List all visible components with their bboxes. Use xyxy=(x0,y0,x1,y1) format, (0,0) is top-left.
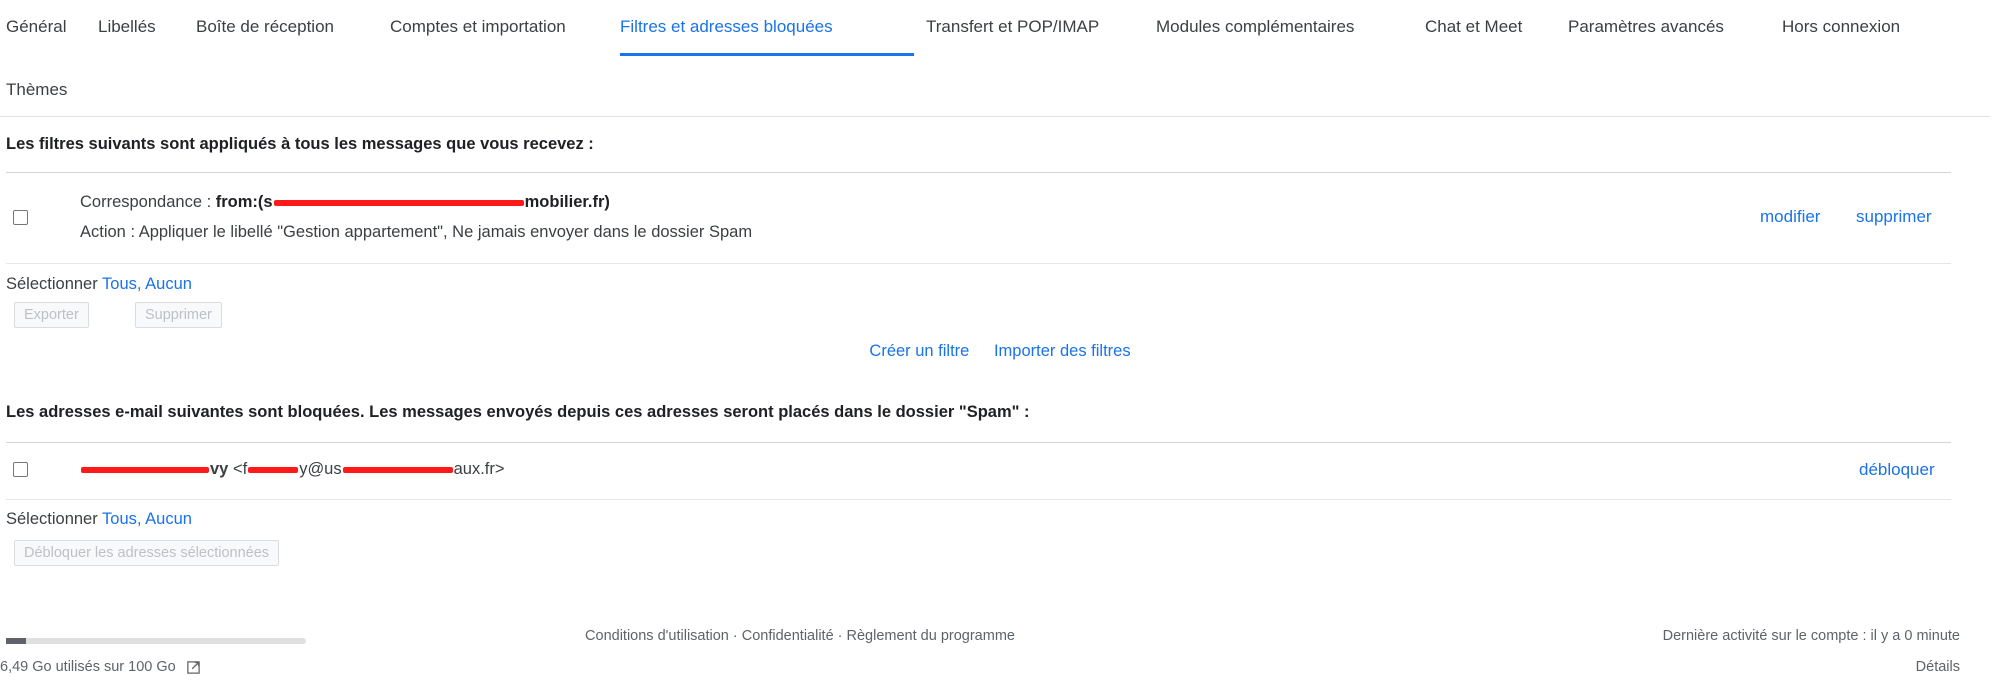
filter-action: Action : Appliquer le libellé "Gestion a… xyxy=(80,223,753,241)
create-filter-link[interactable]: Créer un filtre xyxy=(869,342,969,360)
unblock-selected-button[interactable]: Débloquer les adresses sélectionnées xyxy=(14,540,280,566)
redaction-mark xyxy=(273,199,524,206)
blocked-top-divider xyxy=(6,442,1951,443)
open-external-icon[interactable] xyxy=(186,660,201,675)
tab-filters-blocked[interactable]: Filtres et adresses bloquées xyxy=(620,17,833,37)
filters-select-row: Sélectionner Tous, Aucun xyxy=(6,275,192,293)
blocked-sender-name: vy xyxy=(80,460,228,478)
redaction-mark xyxy=(342,466,453,473)
footer-links[interactable]: Conditions d'utilisation · Confidentiali… xyxy=(0,628,1600,644)
tab-offline[interactable]: Hors connexion xyxy=(1782,17,1900,37)
last-activity: Dernière activité sur le compte : il y a… xyxy=(1662,628,1960,644)
tab-advanced[interactable]: Paramètres avancés xyxy=(1568,17,1724,37)
blocked-select-none[interactable]: Aucun xyxy=(145,510,192,528)
delete-filter-link[interactable]: supprimer xyxy=(1856,207,1932,227)
tab-general[interactable]: Général xyxy=(6,17,66,37)
edit-filter-link[interactable]: modifier xyxy=(1760,207,1820,227)
filters-section-title: Les filtres suivants sont appliqués à to… xyxy=(6,135,594,153)
blocked-bottom-divider xyxy=(6,499,1951,500)
filters-select-none[interactable]: Aucun xyxy=(145,275,192,293)
blocked-select-row: Sélectionner Tous, Aucun xyxy=(6,510,192,528)
filter-match-query: from:(s mobilier.fr) xyxy=(215,193,610,211)
redaction-mark xyxy=(81,466,209,473)
details-link[interactable]: Détails xyxy=(1916,659,1960,675)
delete-filters-button[interactable]: Supprimer xyxy=(135,302,222,328)
settings-tabs: Général Libellés Boîte de réception Comp… xyxy=(0,0,2000,56)
tab-themes[interactable]: Thèmes xyxy=(6,80,67,100)
filters-select-all[interactable]: Tous, xyxy=(102,275,141,293)
export-button[interactable]: Exporter xyxy=(14,302,89,328)
unblock-link[interactable]: débloquer xyxy=(1859,460,1935,480)
storage-usage: 6,49 Go utilisés sur 100 Go xyxy=(0,659,201,675)
filter-actions: Créer un filtre Importer des filtres xyxy=(0,342,2000,361)
tab-inbox[interactable]: Boîte de réception xyxy=(196,17,334,37)
tab-chat-meet[interactable]: Chat et Meet xyxy=(1425,17,1522,37)
blocked-section-title: Les adresses e-mail suivantes sont bloqu… xyxy=(6,403,1030,421)
filter-match: Correspondance : from:(s mobilier.fr) xyxy=(80,193,610,211)
tab-labels[interactable]: Libellés xyxy=(98,17,156,37)
filters-top-divider xyxy=(6,172,1951,173)
tabs-divider xyxy=(0,116,1990,117)
tab-accounts[interactable]: Comptes et importation xyxy=(390,17,566,37)
blocked-sender-email: <f y@us aux.fr> xyxy=(232,460,505,478)
filter-checkbox[interactable] xyxy=(13,210,28,225)
active-tab-indicator xyxy=(620,53,914,56)
blocked-address: vy <f y@us aux.fr> xyxy=(80,460,505,479)
redaction-mark xyxy=(248,466,299,473)
blocked-select-all[interactable]: Tous, xyxy=(102,510,141,528)
tab-forwarding[interactable]: Transfert et POP/IMAP xyxy=(926,17,1099,37)
filters-bottom-divider xyxy=(6,263,1951,264)
tab-addons[interactable]: Modules complémentaires xyxy=(1156,17,1354,37)
import-filters-link[interactable]: Importer des filtres xyxy=(994,342,1131,360)
blocked-checkbox[interactable] xyxy=(13,462,28,477)
